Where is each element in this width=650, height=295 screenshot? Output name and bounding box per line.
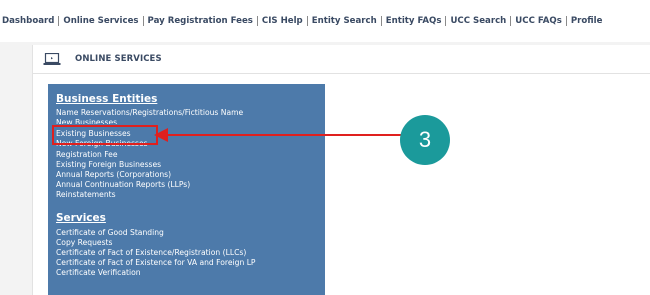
step-badge: 3 <box>400 115 450 165</box>
nav-ucc-search[interactable]: UCC Search <box>446 16 512 26</box>
nav-ucc-faqs[interactable]: UCC FAQs <box>511 16 567 26</box>
nav-online-services[interactable]: Online Services <box>59 16 144 26</box>
panel-title: ONLINE SERVICES <box>75 54 162 64</box>
link-fact-of-existence-va[interactable]: Certificate of Fact of Existence for VA … <box>56 258 256 267</box>
link-existing-foreign-businesses[interactable]: Existing Foreign Businesses <box>56 160 161 169</box>
nav-cis-help[interactable]: CIS Help <box>258 16 308 26</box>
link-reinstatements[interactable]: Reinstatements <box>56 190 116 199</box>
link-copy-requests[interactable]: Copy Requests <box>56 238 112 247</box>
top-navigation: Dashboard Online Services Pay Registrati… <box>0 0 650 42</box>
step-number: 3 <box>418 127 432 152</box>
link-annual-continuation-reports[interactable]: Annual Continuation Reports (LLPs) <box>56 180 190 189</box>
nav-profile[interactable]: Profile <box>567 16 607 26</box>
link-name-reservations[interactable]: Name Reservations/Registrations/Fictitio… <box>56 108 243 117</box>
link-new-businesses[interactable]: New Businesses <box>56 118 117 124</box>
link-good-standing[interactable]: Certificate of Good Standing <box>56 228 164 237</box>
nav-dashboard[interactable]: Dashboard <box>2 16 60 26</box>
link-fact-of-existence-llc[interactable]: Certificate of Fact of Existence/Registr… <box>56 248 246 257</box>
services-box: Business Entities Name Reservations/Regi… <box>48 84 325 295</box>
nav-pay-registration-fees[interactable]: Pay Registration Fees <box>144 16 258 26</box>
panel-header: ONLINE SERVICES <box>33 45 650 74</box>
nav-entity-faqs[interactable]: Entity FAQs <box>382 16 447 26</box>
link-registration-fee[interactable]: Registration Fee <box>56 150 118 159</box>
link-annual-reports[interactable]: Annual Reports (Corporations) <box>56 170 171 179</box>
highlight-box <box>52 125 158 145</box>
services-heading: Services <box>56 212 106 224</box>
business-entities-heading: Business Entities <box>56 93 158 105</box>
nav-entity-search[interactable]: Entity Search <box>308 16 382 26</box>
laptop-icon <box>43 53 61 65</box>
callout-arrow <box>154 128 402 142</box>
link-certificate-verification[interactable]: Certificate Verification <box>56 268 141 277</box>
